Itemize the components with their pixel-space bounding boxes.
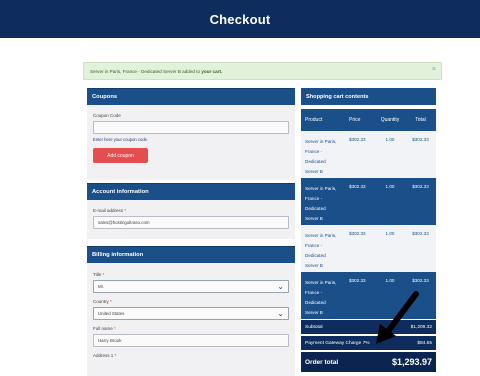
cart-header-row: Product Price Quantity Total [301,109,436,131]
account-title: Account information [87,183,295,200]
coupon-help-text: Enter here your coupon code. [93,137,149,142]
coupons-panel: Coupons Coupon Code Enter here your coup… [87,88,295,180]
qty-cell: 1.00 [385,184,395,189]
billing-panel: Billing information Title * Mr. ⌄ Country… [87,246,295,376]
col-total: Total [415,117,426,123]
title-label: Title * [93,272,105,277]
fullname-label: Full name * [93,326,116,331]
qty-cell: 1.00 [385,231,395,236]
total-cell: $302.33 [412,184,429,189]
email-field[interactable]: sales@hostingultraso.com [93,216,289,229]
price-cell: $302.33 [349,184,366,189]
page-title: Checkout [209,11,271,27]
order-total-value: $1,293.97 [391,357,432,367]
coupons-title: Coupons [87,88,295,105]
product-cell[interactable]: Server in Paris, France - Dedicated Server … [301,137,349,178]
table-row: Server in Paris, France - Dedicated Server … [301,225,436,272]
total-cell: $302.33 [412,231,429,236]
cart-panel: Shopping cart contents Product Price Qua… [301,88,436,319]
total-cell: $302.33 [412,137,429,142]
qty-cell: 1.00 [385,137,395,142]
col-quantity: Quantity [380,117,400,123]
table-row: Server in Paris, France - Dedicated Server … [301,131,436,178]
table-row: Server in Paris, France - Dedicated Server … [301,178,436,225]
gateway-charge-label: Payment Gateway Charge 7% [305,340,370,346]
cart-title: Shopping cart contents [301,88,436,105]
col-product: Product [305,117,323,123]
chevron-down-icon: ⌄ [277,282,284,291]
email-label: E-mail address * [93,208,127,213]
price-cell: $302.33 [349,231,366,236]
fullname-field[interactable]: Harry Brook [93,334,289,347]
coupon-code-label: Coupon Code [93,113,121,118]
account-panel: Account information E-mail address * sal… [87,183,295,239]
col-price: Price [349,117,361,123]
product-cell[interactable]: Server in Paris, France - Dedicated Server … [301,231,349,272]
chevron-down-icon: ⌄ [277,309,284,318]
subtotal-label: Subtotal [305,324,323,330]
title-select[interactable]: Mr. ⌄ [93,280,289,293]
close-icon[interactable]: × [432,66,436,73]
order-total-row: Order total $1,293.97 [301,352,436,372]
alert-cart-link[interactable]: your cart. [201,69,222,74]
billing-title: Billing information [87,246,295,263]
address-label: Address 1 * [93,353,117,358]
product-cell[interactable]: Server in Paris, France - Dedicated Server … [301,278,349,319]
arrow-annotation-icon [376,291,419,344]
country-label: Country * [93,299,112,304]
add-coupon-button[interactable]: Add coupon [93,148,148,163]
country-select[interactable]: United States ⌄ [93,307,289,320]
success-alert: Server in Paris, France - Dedicated Serv… [83,62,442,80]
price-cell: $302.33 [349,137,366,142]
checkout-header: Checkout [0,0,480,38]
alert-message: Server in Paris, France - Dedicated Serv… [90,68,223,74]
product-cell[interactable]: Server in Paris, France - Dedicated Server … [301,184,349,225]
coupon-code-input[interactable] [93,121,289,134]
order-total-label: Order total [305,358,339,366]
cart-table: Product Price Quantity Total Server in P… [301,109,436,319]
